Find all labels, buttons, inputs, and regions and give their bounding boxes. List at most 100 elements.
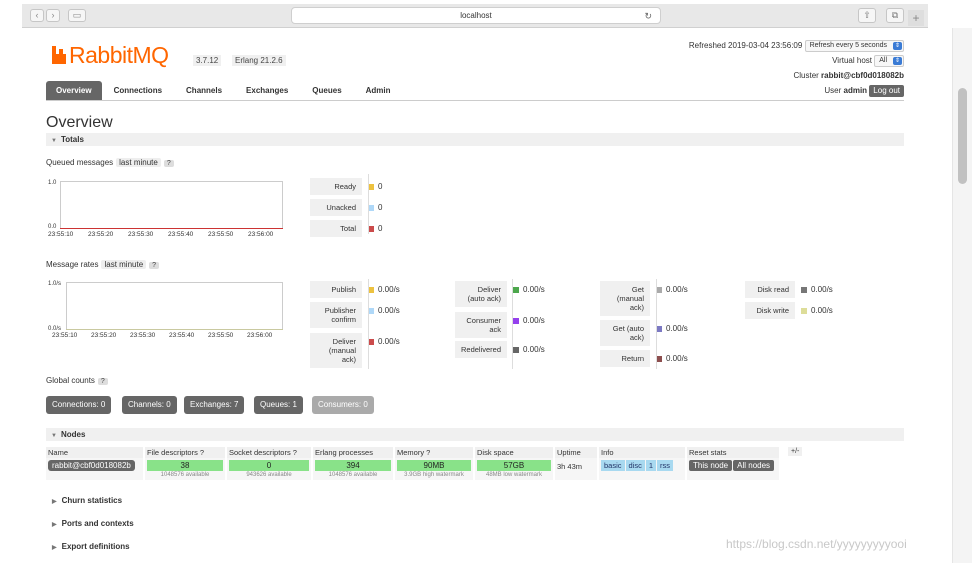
vhost-select[interactable]: All ⇕ — [874, 54, 904, 67]
tabs-overview-icon[interactable]: ⧉ — [886, 8, 904, 23]
info-badge: 1 — [645, 460, 657, 471]
legend-swatch — [513, 286, 519, 293]
node-link[interactable]: rabbit@cbf0d018082b — [48, 460, 135, 471]
stat-label: Unacked — [310, 199, 362, 216]
cluster-label: Cluster — [793, 71, 819, 80]
nodes-table: Name File descriptors ? Socket descripto… — [46, 447, 781, 480]
stat-label: Total — [310, 220, 362, 237]
column-header: Name — [46, 447, 145, 458]
consumers-count-button[interactable]: Consumers: 0 — [312, 396, 374, 414]
ports-contexts-toggle[interactable]: ▶ Ports and contexts — [52, 519, 134, 528]
erlang-version: Erlang 21.2.6 — [232, 55, 286, 66]
address-bar[interactable]: localhost ↻ — [291, 7, 661, 24]
divider — [368, 279, 369, 369]
tab-overview[interactable]: Overview — [46, 81, 102, 100]
forward-button[interactable]: › — [46, 9, 60, 22]
help-icon[interactable]: ? — [149, 262, 160, 269]
stat-value: 0.00/s — [656, 281, 688, 294]
main-tabs: Overview Connections Channels Exchanges … — [46, 81, 403, 100]
tab-connections[interactable]: Connections — [102, 81, 174, 100]
churn-statistics-toggle[interactable]: ▶ Churn statistics — [52, 496, 122, 505]
x-tick: 23:55:10 — [48, 231, 74, 238]
stat-label: Ready — [310, 178, 362, 195]
x-tick: 23:55:20 — [91, 332, 117, 339]
queues-count-button[interactable]: Queues: 1 — [254, 396, 303, 414]
memory-watermark: 3.9GB high watermark — [404, 472, 464, 478]
page-title: Overview — [46, 114, 113, 131]
message-rates-label: Message rates last minute? — [46, 260, 160, 269]
y-axis-bottom: 0.0 — [48, 224, 57, 230]
stat-label: Disk write — [745, 302, 795, 319]
stat-label: Get (manual ack) — [600, 281, 650, 316]
memory-bar: 90MB — [397, 460, 471, 471]
column-toggle-button[interactable]: +/- — [788, 447, 803, 456]
info-badge: disc — [625, 460, 645, 471]
csdn-watermark: https://blog.csdn.net/yyyyyyyyyooi — [726, 537, 907, 551]
x-tick: 23:55:30 — [128, 231, 154, 238]
rabbitmq-version: 3.7.12 — [193, 55, 222, 66]
help-icon[interactable]: ? — [97, 378, 108, 385]
chart-series-line — [60, 228, 283, 229]
x-tick: 23:55:40 — [168, 231, 194, 238]
column-header: Uptime — [554, 447, 599, 458]
back-button[interactable]: ‹ — [30, 9, 44, 22]
stat-value: 0.00/s — [368, 302, 400, 315]
stat-value: 0 — [368, 178, 382, 191]
stat-value: 0.00/s — [801, 302, 833, 315]
rabbitmq-logo: RabbitMQ — [52, 42, 169, 68]
info-badge: basic — [601, 460, 625, 471]
tab-admin[interactable]: Admin — [354, 81, 403, 100]
stat-row: Redelivered 0.00/s — [455, 341, 545, 358]
stat-label: Deliver (manual ack) — [310, 333, 362, 368]
legend-swatch — [801, 307, 807, 314]
legend-swatch — [513, 346, 519, 353]
tab-queues[interactable]: Queues — [300, 81, 353, 100]
column-header: Erlang processes — [312, 447, 395, 458]
disk-watermark: 48MB low watermark — [485, 472, 542, 478]
column-header: Reset stats — [686, 447, 781, 458]
sidebar-toggle-icon[interactable]: ▭ — [68, 9, 86, 22]
range-selector[interactable]: last minute — [101, 260, 147, 269]
exchanges-count-button[interactable]: Exchanges: 7 — [184, 396, 245, 414]
stat-row: Consumer ack 0.00/s — [455, 312, 545, 338]
stat-label: Consumer ack — [455, 312, 507, 338]
divider — [512, 279, 513, 369]
x-tick: 23:55:50 — [208, 332, 234, 339]
socket-descriptors-bar: 0 — [229, 460, 309, 471]
x-tick: 23:55:40 — [169, 332, 195, 339]
stat-row: Disk write 0.00/s — [745, 302, 833, 319]
reset-all-nodes-button[interactable]: All nodes — [733, 460, 775, 471]
stat-label: Redelivered — [455, 341, 507, 358]
chart-plot-area — [60, 181, 283, 229]
reset-this-node-button[interactable]: This node — [689, 460, 733, 471]
range-selector[interactable]: last minute — [116, 158, 161, 167]
share-icon[interactable]: ⇧ — [858, 8, 876, 23]
y-axis-top: 1.0 — [48, 180, 57, 186]
stat-row: Unacked 0 — [310, 199, 382, 216]
erlang-processes-bar: 394 — [315, 460, 391, 471]
stat-row: Disk read 0.00/s — [745, 281, 833, 298]
x-tick: 23:55:20 — [88, 231, 114, 238]
browser-toolbar: ‹ › ▭ localhost ↻ ⇧ ⧉ — [22, 4, 928, 28]
page-scrollbar[interactable] — [952, 28, 972, 563]
scrollbar-thumb[interactable] — [958, 88, 967, 184]
help-icon[interactable]: ? — [163, 160, 174, 167]
new-tab-button[interactable]: + — [908, 10, 924, 26]
export-definitions-toggle[interactable]: ▶ Export definitions — [52, 542, 130, 551]
chevron-down-icon: ⇕ — [893, 56, 902, 65]
logout-button[interactable]: Log out — [869, 85, 904, 97]
channels-count-button[interactable]: Channels: 0 — [122, 396, 177, 414]
totals-section-toggle[interactable]: ▼ Totals — [46, 133, 904, 146]
tab-exchanges[interactable]: Exchanges — [234, 81, 300, 100]
chevron-down-icon: ⇕ — [893, 41, 902, 50]
nodes-section-toggle[interactable]: ▼ Nodes — [46, 428, 904, 441]
stat-value: 0.00/s — [656, 350, 688, 363]
refresh-select[interactable]: Refresh every 5 seconds ⇕ — [804, 39, 904, 52]
tab-channels[interactable]: Channels — [174, 81, 234, 100]
triangle-right-icon: ▶ — [52, 545, 57, 551]
connections-count-button[interactable]: Connections: 0 — [46, 396, 112, 414]
y-axis-top: 1.0/s — [48, 281, 62, 287]
user-name: admin — [843, 86, 868, 95]
triangle-down-icon: ▼ — [51, 138, 57, 144]
reload-icon[interactable]: ↻ — [644, 9, 652, 24]
